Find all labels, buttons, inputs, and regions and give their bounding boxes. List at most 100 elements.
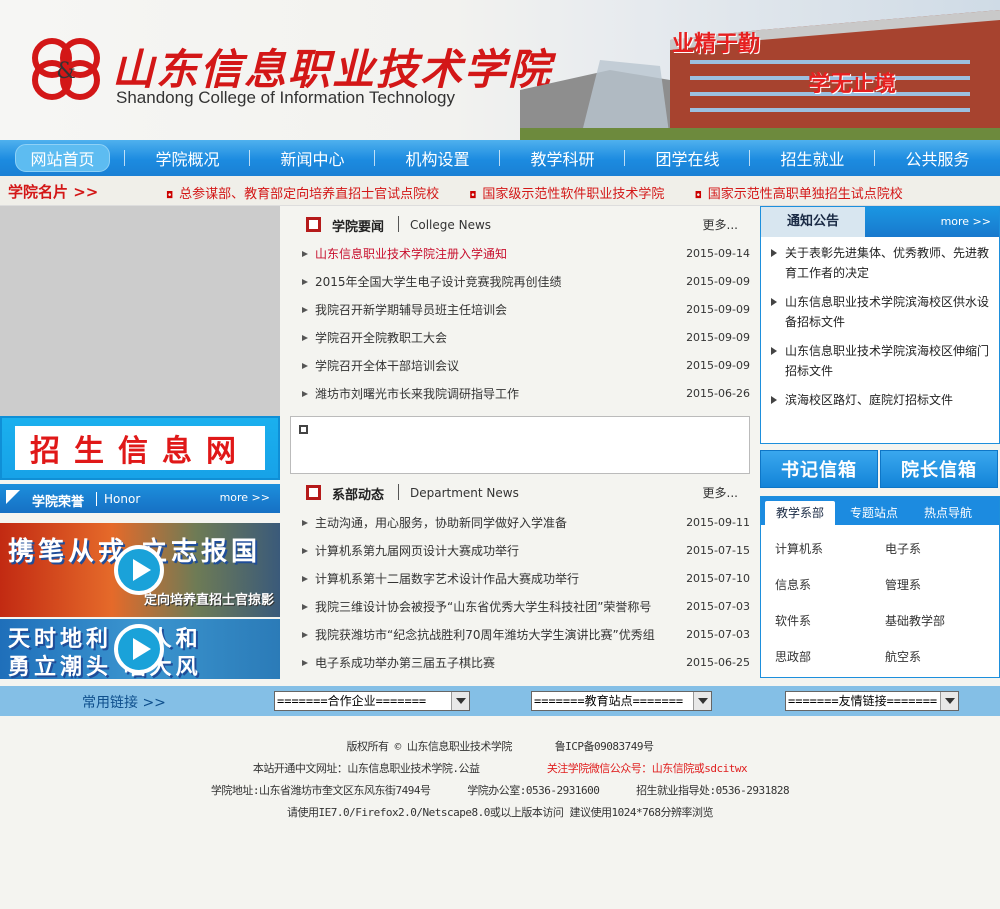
notice-list: 关于表彰先进集体、优秀教师、先进教育工作者的决定 山东信息职业技术学院滨海校区供… bbox=[761, 243, 999, 419]
nav-item-news[interactable]: 新闻中心 bbox=[250, 140, 375, 176]
college-news-list: 山东信息职业技术学院注册入学通知 2015-09-14 2015年全国大学生电子设… bbox=[290, 240, 752, 408]
list-item[interactable]: 电子系成功举办第三届五子棋比赛 2015-06-25 bbox=[290, 649, 752, 677]
footer-icp[interactable]: 鲁ICP备09083749号 bbox=[555, 740, 654, 753]
news-title[interactable]: 学院召开全体干部培训会议 bbox=[315, 352, 459, 380]
nav-item-public-services[interactable]: 公共服务 bbox=[875, 140, 1000, 176]
news-title[interactable]: 2015年全国大学生电子设计竞赛我院再创佳绩 bbox=[315, 268, 562, 296]
footer-cn-domain[interactable]: 本站开通中文网址：山东信息职业技术学院.公益 bbox=[253, 762, 480, 775]
department-link[interactable]: 航空系 bbox=[885, 647, 995, 667]
dept-news-title: 系部动态 bbox=[332, 488, 385, 503]
department-link[interactable]: 电子系 bbox=[885, 539, 995, 559]
dean-mailbox-button[interactable]: 院长信箱 bbox=[880, 450, 998, 488]
main-nav: 网站首页 学院概况 新闻中心 机构设置 教学科研 团学在线 招生就业 公共服务 bbox=[0, 140, 1000, 176]
play-icon[interactable] bbox=[114, 545, 164, 595]
list-item[interactable]: 计算机系第九届网页设计大赛成功举行 2015-07-15 bbox=[290, 537, 752, 565]
namecard-item[interactable]: 国家级示范性软件职业技术学院 bbox=[469, 187, 664, 202]
notice-more-link[interactable]: more >> bbox=[941, 215, 991, 228]
footer-line: 学院地址:山东省潍坊市奎文区东风东街7494号 学院办公室:0536-29316… bbox=[0, 780, 1000, 802]
namecard-item[interactable]: 国家示范性高职单独招生试点院校 bbox=[695, 187, 903, 202]
college-name-en: Shandong College of Information Technolo… bbox=[116, 88, 455, 107]
list-item[interactable]: 我院获潍坊市“纪念抗战胜利70周年潍坊大学生演讲比赛”优秀组 2015-07-03 bbox=[290, 621, 752, 649]
list-item[interactable]: 山东信息职业技术学院滨海校区伸缩门招标文件 bbox=[761, 341, 999, 381]
list-item[interactable]: 2015年全国大学生电子设计竞赛我院再创佳绩 2015-09-09 bbox=[290, 268, 752, 296]
list-item[interactable]: 计算机系第十二届数字艺术设计作品大赛成功举行 2015-07-10 bbox=[290, 565, 752, 593]
honor-title: 学院荣誉 bbox=[32, 495, 85, 510]
nav-item-about[interactable]: 学院概况 bbox=[125, 140, 250, 176]
mid-banner-box[interactable] bbox=[290, 416, 750, 474]
list-item[interactable]: 关于表彰先进集体、优秀教师、先进教育工作者的决定 bbox=[761, 243, 999, 283]
department-link[interactable]: 信息系 bbox=[775, 575, 885, 595]
news-title[interactable]: 主动沟通，用心服务，协助新同学做好入学准备 bbox=[315, 509, 567, 537]
nav-item-admissions[interactable]: 招生就业 bbox=[750, 140, 875, 176]
list-item[interactable]: 学院召开全院教职工大会 2015-09-09 bbox=[290, 324, 752, 352]
dept-news-more-link[interactable]: 更多... bbox=[703, 484, 738, 501]
department-link[interactable]: 计算机系 bbox=[775, 539, 885, 559]
nav-item-label: 教学科研 bbox=[530, 150, 595, 169]
news-title[interactable]: 计算机系第十二届数字艺术设计作品大赛成功举行 bbox=[315, 565, 579, 593]
department-link[interactable]: 管理系 bbox=[885, 575, 995, 595]
select-value: =======教育站点======= bbox=[534, 694, 684, 708]
chevron-down-icon[interactable] bbox=[693, 692, 711, 710]
college-news-subtitle: College News bbox=[410, 218, 492, 232]
nav-item-label: 团学在线 bbox=[655, 150, 720, 169]
department-link[interactable]: 思政部 bbox=[775, 647, 885, 667]
news-title[interactable]: 学院召开全院教职工大会 bbox=[315, 324, 447, 352]
honor-more-link[interactable]: more >> bbox=[220, 491, 270, 504]
slideshow-placeholder[interactable] bbox=[0, 206, 280, 416]
secretary-mailbox-button[interactable]: 书记信箱 bbox=[760, 450, 878, 488]
news-title[interactable]: 我院三维设计协会被授予“山东省优秀大学生科技社团”荣誉称号 bbox=[315, 593, 651, 621]
divider bbox=[96, 492, 97, 506]
partner-companies-select[interactable]: =======合作企业======= bbox=[274, 691, 470, 711]
news-date: 2015-09-09 bbox=[686, 303, 750, 316]
department-link[interactable]: 软件系 bbox=[775, 611, 885, 631]
list-item[interactable]: 滨海校区路灯、庭院灯招标文件 bbox=[761, 390, 999, 410]
news-date: 2015-07-15 bbox=[686, 544, 750, 557]
college-news-title: 学院要闻 bbox=[332, 220, 385, 235]
news-title[interactable]: 计算机系第九届网页设计大赛成功举行 bbox=[315, 537, 519, 565]
chevron-down-icon[interactable] bbox=[451, 692, 469, 710]
news-title[interactable]: 山东信息职业技术学院注册入学通知 bbox=[315, 240, 507, 268]
education-sites-select[interactable]: =======教育站点======= bbox=[531, 691, 712, 711]
slogan-1: 业精于勤 bbox=[672, 32, 761, 57]
list-item[interactable]: 学院召开全体干部培训会议 2015-09-09 bbox=[290, 352, 752, 380]
nav-item-teaching[interactable]: 教学科研 bbox=[500, 140, 625, 176]
corner-arrow-icon bbox=[6, 490, 20, 504]
department-link[interactable]: 基础教学部 bbox=[885, 611, 995, 631]
namecard-item[interactable]: 总参谋部、教育部定向培养直招士官试点院校 bbox=[166, 187, 439, 202]
nav-item-organization[interactable]: 机构设置 bbox=[375, 140, 500, 176]
news-title[interactable]: 我院召开新学期辅导员班主任培训会 bbox=[315, 296, 507, 324]
tab-departments[interactable]: 教学系部 bbox=[765, 501, 835, 525]
video-banner-soldier[interactable]: 携笔从戎 立志报国 定向培养直招士官掠影 bbox=[0, 523, 280, 617]
play-icon[interactable] bbox=[114, 624, 164, 674]
list-item[interactable]: 潍坊市刘曙光市长来我院调研指导工作 2015-06-26 bbox=[290, 380, 752, 408]
chevron-down-icon[interactable] bbox=[940, 692, 958, 710]
news-date: 2015-06-26 bbox=[686, 387, 750, 400]
list-item[interactable]: 山东信息职业技术学院注册入学通知 2015-09-14 bbox=[290, 240, 752, 268]
nav-item-label: 公共服务 bbox=[905, 150, 970, 169]
footer-office-phone: 学院办公室:0536-2931600 bbox=[467, 784, 600, 797]
namecard-marquee: 总参谋部、教育部定向培养直招士官试点院校 国家级示范性软件职业技术学院 国家示范… bbox=[166, 183, 929, 202]
footer-wechat: 关注学院微信公众号：山东信院或sdcitwx bbox=[546, 762, 748, 775]
friendly-links-select[interactable]: =======友情链接======= bbox=[785, 691, 959, 711]
nav-item-home[interactable]: 网站首页 bbox=[0, 140, 125, 176]
college-news-more-link[interactable]: 更多... bbox=[703, 216, 738, 233]
recruitment-banner-text: 招生信息网 bbox=[15, 426, 265, 470]
news-title[interactable]: 潍坊市刘曙光市长来我院调研指导工作 bbox=[315, 380, 519, 408]
college-logo-icon[interactable]: & bbox=[30, 36, 102, 102]
list-item[interactable]: 我院召开新学期辅导员班主任培训会 2015-09-09 bbox=[290, 296, 752, 324]
news-date: 2015-07-10 bbox=[686, 572, 750, 585]
dept-news-subtitle: Department News bbox=[410, 486, 519, 500]
divider bbox=[398, 484, 399, 500]
list-item[interactable]: 山东信息职业技术学院滨海校区供水设备招标文件 bbox=[761, 292, 999, 332]
list-item[interactable]: 我院三维设计协会被授予“山东省优秀大学生科技社团”荣誉称号 2015-07-03 bbox=[290, 593, 752, 621]
honor-subtitle: Honor bbox=[104, 492, 141, 506]
tab-hot-navigation[interactable]: 热点导航 bbox=[913, 501, 983, 525]
nav-item-youth-league[interactable]: 团学在线 bbox=[625, 140, 750, 176]
news-title[interactable]: 我院获潍坊市“纪念抗战胜利70周年潍坊大学生演讲比赛”优秀组 bbox=[315, 621, 655, 649]
video-banner-campus[interactable]: 天时地利 共人和 勇立潮头 唱大风 bbox=[0, 619, 280, 679]
news-title[interactable]: 电子系成功举办第三届五子棋比赛 bbox=[315, 649, 495, 677]
recruitment-info-banner[interactable]: 招生信息网 bbox=[0, 416, 280, 480]
tab-topic-sites[interactable]: 专题站点 bbox=[839, 501, 909, 525]
list-item[interactable]: 主动沟通，用心服务，协助新同学做好入学准备 2015-09-11 bbox=[290, 509, 752, 537]
nav-item-label: 招生就业 bbox=[780, 150, 845, 169]
